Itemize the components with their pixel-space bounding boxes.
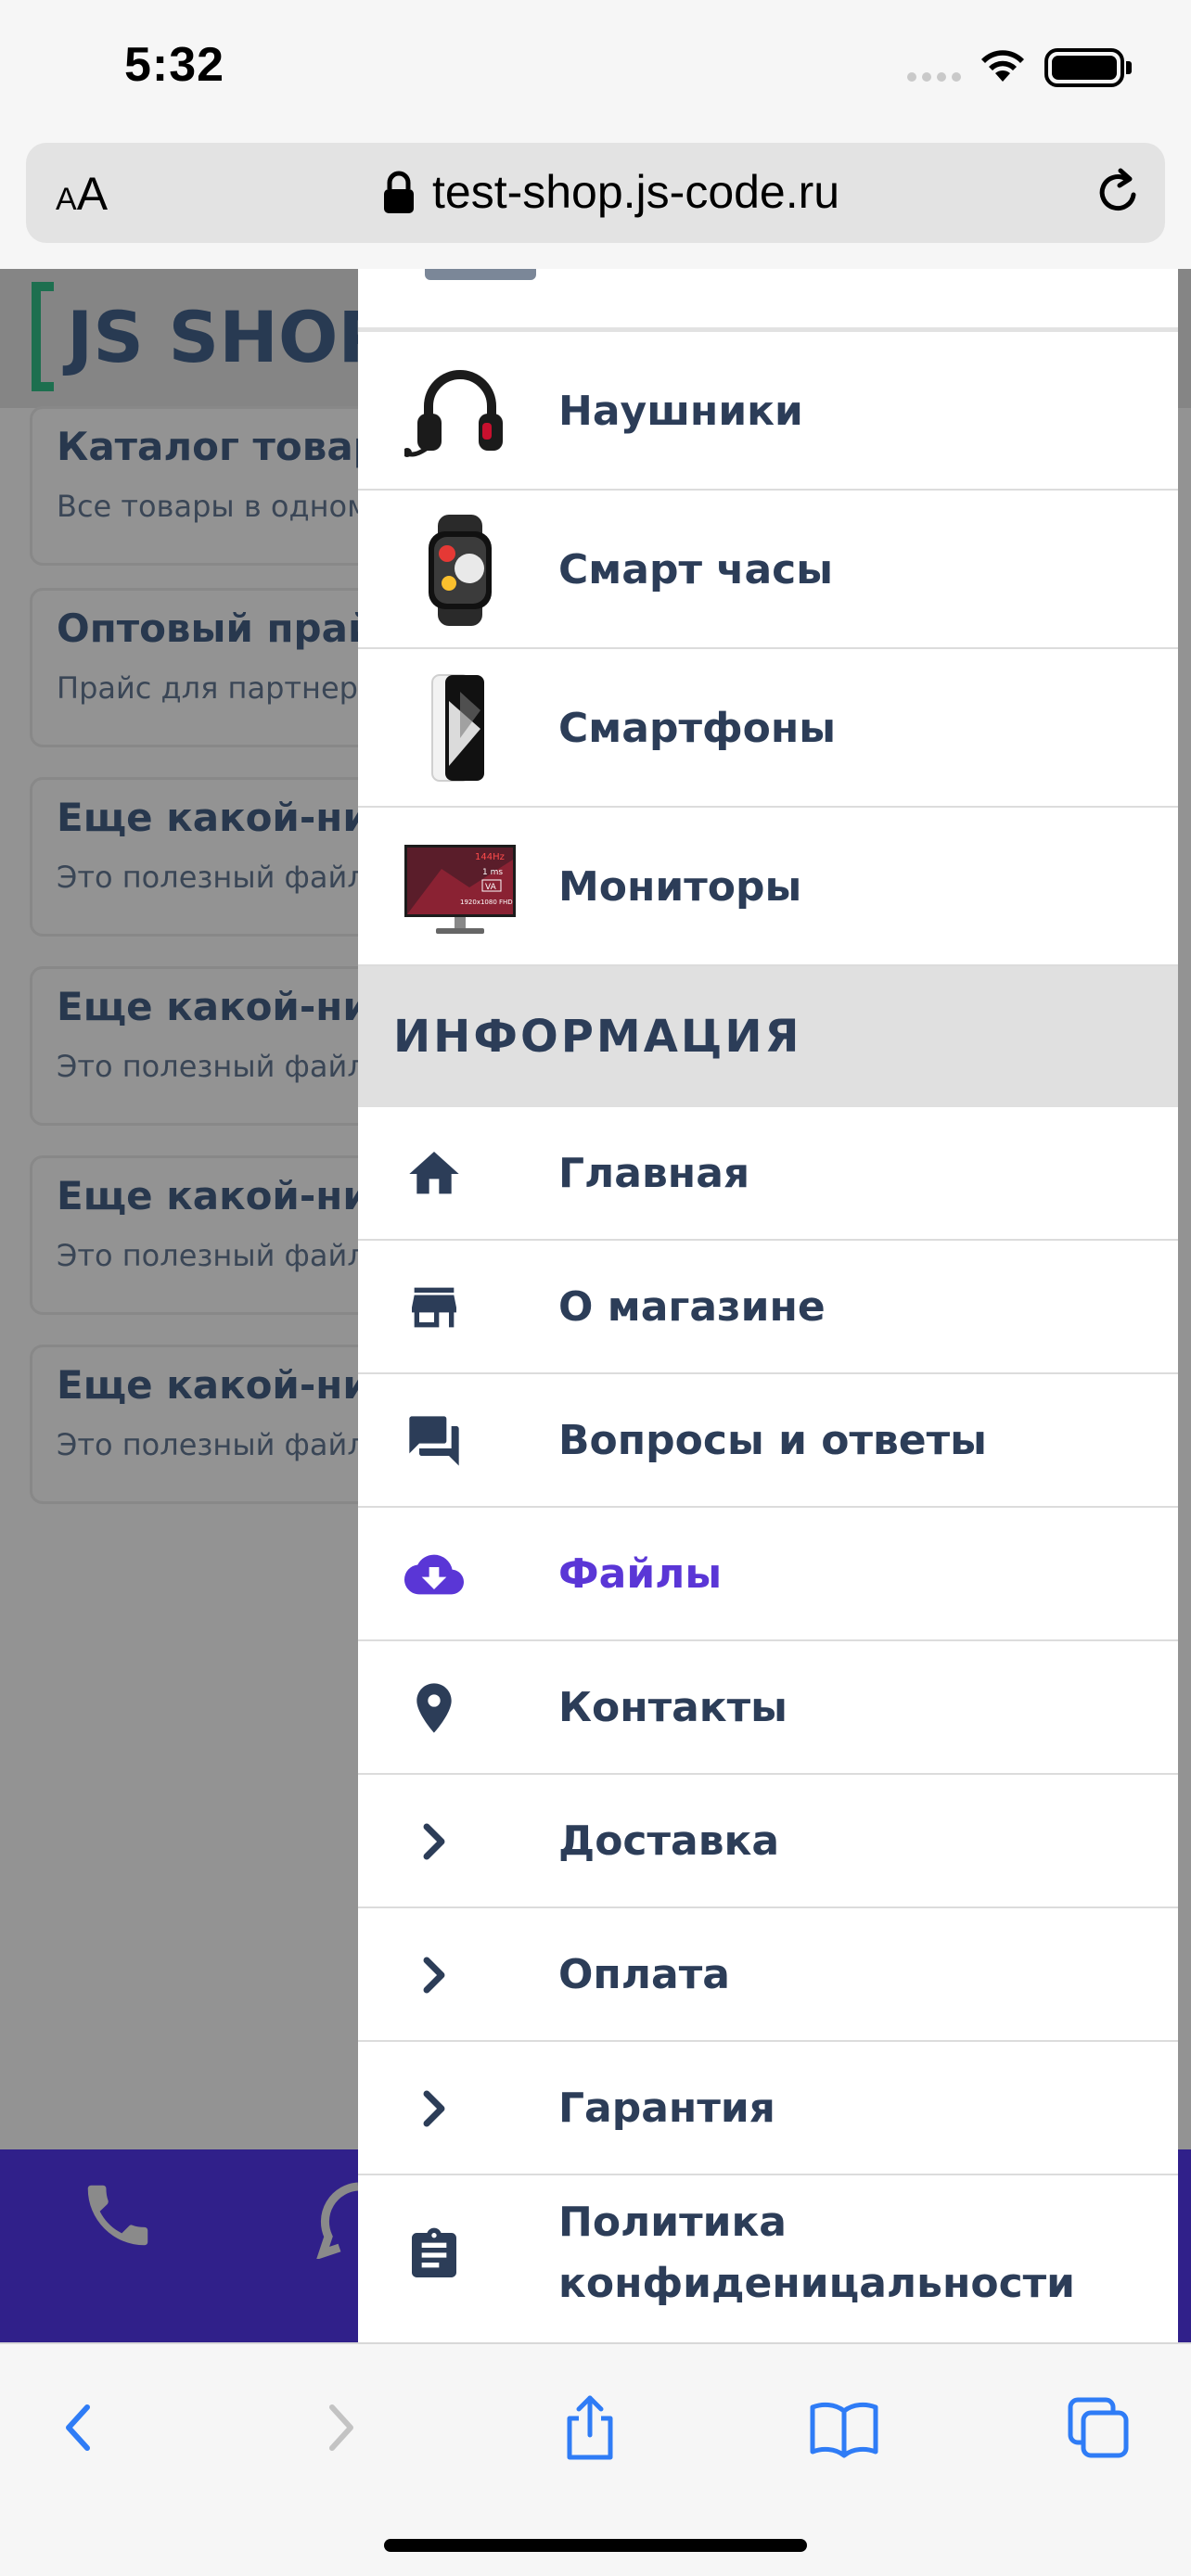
file-card-subtitle: Это полезный файл [57, 1049, 366, 1084]
category-item-headphones[interactable]: Наушники [358, 332, 1178, 491]
file-card-subtitle: Это полезный файл [57, 1427, 366, 1462]
menu-item-label: Контакты [558, 1684, 788, 1731]
category-label: Мониторы [558, 863, 802, 911]
reload-icon[interactable] [1091, 163, 1146, 219]
file-card-title: Каталог товаро [57, 424, 408, 469]
site-logo[interactable]: JS SHOP [32, 278, 390, 395]
logo-text: JS SHOP [67, 295, 391, 378]
tabs-icon[interactable] [1061, 2391, 1135, 2465]
monitor-hz: 144Hz [475, 852, 505, 862]
category-label: Смарт часы [558, 546, 834, 593]
smartwatch-thumb [429, 515, 492, 626]
file-card-subtitle: Это полезный файл [57, 860, 366, 895]
menu-item-files[interactable]: Файлы [358, 1508, 1178, 1641]
menu-item-label: Политика конфиденицальности [558, 2199, 1075, 2307]
back-icon[interactable] [43, 2391, 117, 2465]
wifi-icon [981, 50, 1024, 82]
lock-icon [384, 171, 414, 213]
menu-item-privacy-policy[interactable]: Политика конфиденицальности [358, 2174, 1178, 2342]
menu-item-label: Главная [558, 1150, 750, 1197]
clipboard-icon [412, 2227, 456, 2277]
menu-item-label: О магазине [558, 1283, 826, 1331]
cellular-signal-icon [907, 72, 961, 82]
bookmarks-icon[interactable] [807, 2391, 881, 2465]
chat-icon [409, 1416, 459, 1466]
file-card-title: Еще какой-ниб [57, 795, 398, 840]
chevron-right-icon [423, 1823, 445, 1860]
smartphone-thumb [431, 674, 484, 782]
text-size-button[interactable]: AA [56, 167, 108, 221]
file-card-title: Еще какой-ниб [57, 1362, 398, 1408]
monitor-ms: 1 ms [482, 868, 503, 877]
file-card-subtitle: Это полезный файл [57, 1238, 366, 1273]
file-card-subtitle: Все товары в одном [57, 489, 370, 524]
logo-bracket [32, 282, 54, 391]
url-text[interactable]: test-shop.js-code.ru [432, 165, 839, 219]
status-time: 5:32 [124, 38, 225, 92]
headphones-thumb [404, 370, 503, 457]
category-item-smartwatches[interactable]: Смарт часы [358, 491, 1178, 649]
phone-icon[interactable] [78, 2175, 158, 2255]
address-bar[interactable]: AA test-shop.js-code.ru [26, 143, 1165, 243]
menu-item-label: Файлы [558, 1550, 723, 1598]
chevron-right-icon [423, 1957, 445, 1994]
share-icon[interactable] [553, 2391, 627, 2465]
menu-item-warranty[interactable]: Гарантия [358, 2042, 1178, 2175]
store-icon [412, 1287, 456, 1328]
menu-item-payment[interactable]: Оплата [358, 1908, 1178, 2042]
map-pin-icon [416, 1683, 452, 1733]
home-indicator[interactable] [384, 2539, 807, 2552]
status-bar: 5:32 [0, 0, 1191, 130]
menu-item-label: Доставка [558, 1817, 780, 1865]
info-section-header: ИНФОРМАЦИЯ [358, 966, 1178, 1107]
menu-item-about[interactable]: О магазине [358, 1241, 1178, 1374]
side-menu-drawer: Наушники Смарт часы Смартфоны 144Hz 1 ms [358, 269, 1178, 2342]
file-card-title: Еще какой-ниб [57, 984, 398, 1029]
file-card-subtitle: Прайс для партнеро [57, 670, 377, 706]
cloud-download-icon [404, 1554, 464, 1595]
monitor-resolution: 1920x1080 FHD [460, 899, 513, 906]
monitor-panel: VA [485, 883, 497, 892]
menu-item-home[interactable]: Главная [358, 1107, 1178, 1241]
forward-icon[interactable] [302, 2391, 377, 2465]
menu-item-label: Вопросы и ответы [558, 1417, 987, 1464]
category-label: Наушники [558, 388, 803, 435]
file-card-title: Еще какой-ниб [57, 1173, 398, 1218]
menu-item-label: Гарантия [558, 2085, 775, 2132]
file-card-title: Оптовый прай [57, 606, 376, 651]
menu-item-delivery[interactable]: Доставка [358, 1775, 1178, 1908]
category-item-smartphones[interactable]: Смартфоны [358, 649, 1178, 808]
category-item-laptops[interactable] [358, 269, 1178, 332]
battery-icon [1044, 48, 1132, 87]
chevron-right-icon [423, 2090, 445, 2127]
whatsapp-icon[interactable] [315, 2179, 360, 2259]
monitor-thumb: 144Hz 1 ms VA 1920x1080 FHD [404, 845, 516, 934]
category-label: Смартфоны [558, 705, 837, 752]
home-icon [409, 1152, 459, 1194]
menu-item-faq[interactable]: Вопросы и ответы [358, 1374, 1178, 1508]
laptop-thumb [425, 269, 536, 280]
category-item-monitors[interactable]: 144Hz 1 ms VA 1920x1080 FHD Мониторы [358, 808, 1178, 966]
menu-item-contacts[interactable]: Контакты [358, 1641, 1178, 1775]
menu-item-label: Оплата [558, 1951, 730, 1998]
info-section-title: ИНФОРМАЦИЯ [393, 1011, 802, 1063]
